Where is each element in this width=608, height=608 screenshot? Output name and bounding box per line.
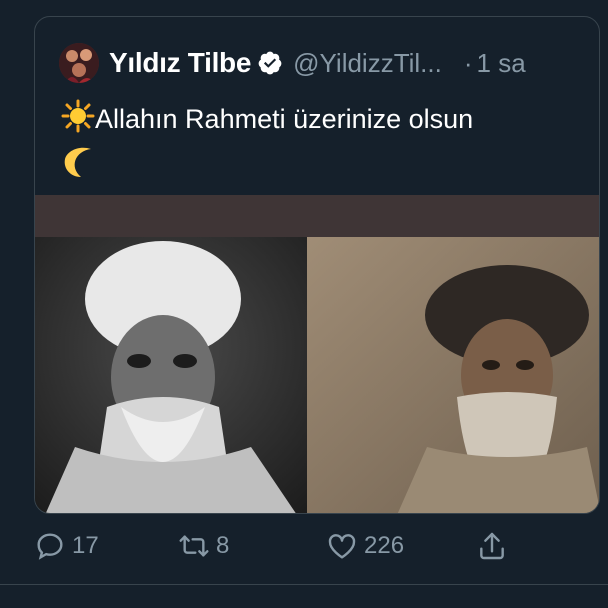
user-handle[interactable]: @YildizzTil... xyxy=(293,48,442,79)
crescent-moon-emoji-icon xyxy=(61,143,101,193)
photo-left[interactable] xyxy=(35,237,307,513)
quoted-tweet-header: Yıldız Tilbe @YildizzTil... · 1 sa xyxy=(59,43,526,83)
photo-right[interactable] xyxy=(307,237,599,513)
timestamp[interactable]: 1 sa xyxy=(477,48,526,79)
quoted-tweet-card[interactable]: Yıldız Tilbe @YildizzTil... · 1 sa Allah… xyxy=(34,16,600,514)
media-top-band xyxy=(35,195,599,237)
separator-dot: · xyxy=(463,47,473,78)
quoted-tweet-text: Allahın Rahmeti üzerinize olsun xyxy=(61,99,581,193)
avatar[interactable] xyxy=(59,43,99,83)
tweet-actions-bar: 17 8 226 xyxy=(0,524,608,568)
display-name[interactable]: Yıldız Tilbe xyxy=(109,47,251,79)
tweet-text-line: Allahın Rahmeti üzerinize olsun xyxy=(95,104,474,135)
share-button[interactable] xyxy=(476,530,508,562)
reply-icon xyxy=(37,533,63,560)
like-button[interactable]: 226 xyxy=(326,530,404,562)
reply-button[interactable]: 17 xyxy=(34,530,99,562)
tweet-media[interactable] xyxy=(35,237,599,513)
tweet-divider xyxy=(0,584,608,585)
sun-emoji-icon xyxy=(61,99,95,143)
heart-icon xyxy=(328,534,356,559)
reply-count: 17 xyxy=(72,532,99,559)
retweet-count: 8 xyxy=(216,532,230,559)
share-icon xyxy=(480,532,504,560)
like-count: 226 xyxy=(364,532,405,559)
retweet-button[interactable]: 8 xyxy=(178,530,229,562)
verified-badge-icon xyxy=(258,51,282,75)
retweet-icon xyxy=(179,535,209,557)
